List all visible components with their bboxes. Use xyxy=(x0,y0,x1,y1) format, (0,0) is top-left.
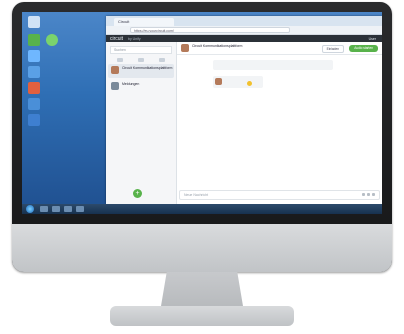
avatar xyxy=(181,44,189,52)
message-composer[interactable]: Neue Nachricht xyxy=(179,190,380,200)
composer-tools xyxy=(362,193,375,196)
conversation-pane: Circuit Kommunikationsplattform Einladen… xyxy=(177,42,382,204)
emoji-icon[interactable] xyxy=(367,193,370,196)
start-button[interactable] xyxy=(26,205,34,213)
desktop-screen: Circuit https://eu.yourcircuit.com/ circ… xyxy=(22,12,382,214)
taskbar-app-icon[interactable] xyxy=(64,206,72,212)
search-input[interactable]: Suchen xyxy=(110,46,172,54)
system-message xyxy=(213,60,333,70)
recycle-bin-icon[interactable] xyxy=(28,16,40,28)
conversation-title: Circuit Kommunikationsplattform xyxy=(122,66,173,70)
filter-bar xyxy=(110,58,172,62)
url-field[interactable]: https://eu.yourcircuit.com/ xyxy=(130,27,290,33)
filter-people-icon[interactable] xyxy=(137,58,144,62)
desktop-app-icon[interactable] xyxy=(28,34,40,46)
desktop-app-icon[interactable] xyxy=(28,114,40,126)
send-icon[interactable] xyxy=(372,193,375,196)
monitor-stand-base xyxy=(110,306,294,326)
smiley-icon xyxy=(247,81,252,86)
conversation-header: Circuit Kommunikationsplattform Einladen… xyxy=(177,42,382,55)
browser-titlebar: Circuit xyxy=(106,16,382,26)
desktop-app-icon[interactable] xyxy=(46,34,58,46)
desktop-app-icon[interactable] xyxy=(28,98,40,110)
conversation-header-title: Circuit Kommunikationsplattform xyxy=(192,44,243,48)
avatar xyxy=(111,82,119,90)
app-body: Suchen Circuit Kommunikationsplattform M… xyxy=(106,42,382,204)
invite-button[interactable]: Einladen xyxy=(321,45,344,53)
desktop-app-icon[interactable] xyxy=(28,50,40,62)
conversation-title: Meldungen xyxy=(122,82,140,86)
taskbar xyxy=(22,204,382,214)
start-audio-button[interactable]: Audio starten xyxy=(349,45,378,52)
desktop-app-icon[interactable] xyxy=(28,82,40,94)
conversation-sidebar: Suchen Circuit Kommunikationsplattform M… xyxy=(106,42,177,204)
monitor-chin xyxy=(12,224,392,272)
taskbar-app-icon[interactable] xyxy=(52,206,60,212)
filter-all-icon[interactable] xyxy=(117,58,124,62)
new-conversation-button[interactable]: + xyxy=(133,189,142,198)
avatar xyxy=(215,78,222,85)
composer-placeholder: Neue Nachricht xyxy=(184,193,209,197)
filter-groups-icon[interactable] xyxy=(158,58,165,62)
conversation-item[interactable]: Circuit Kommunikationsplattform xyxy=(108,64,174,78)
address-bar: https://eu.yourcircuit.com/ xyxy=(106,26,382,35)
browser-window: Circuit https://eu.yourcircuit.com/ circ… xyxy=(106,16,382,204)
avatar xyxy=(111,66,119,74)
desktop-app-icon[interactable] xyxy=(28,66,40,78)
conversation-item[interactable]: Meldungen xyxy=(108,80,174,94)
attach-icon[interactable] xyxy=(362,193,365,196)
taskbar-app-icon[interactable] xyxy=(76,206,84,212)
taskbar-app-icon[interactable] xyxy=(40,206,48,212)
chat-message xyxy=(213,76,263,88)
browser-tab[interactable]: Circuit xyxy=(114,18,174,26)
